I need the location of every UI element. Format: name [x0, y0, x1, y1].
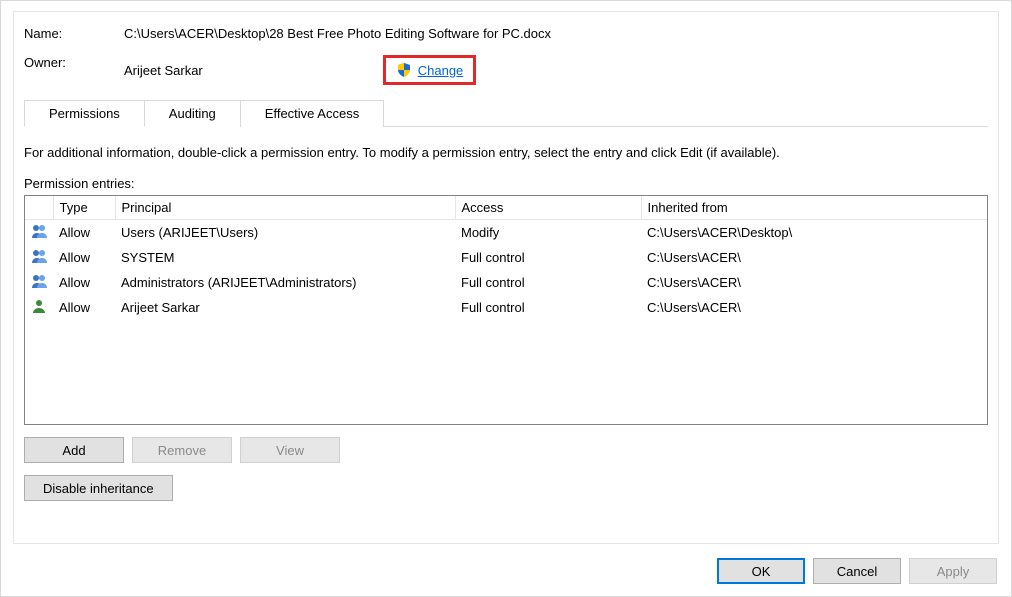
- cell-type: Allow: [53, 270, 115, 295]
- cell-inherited: C:\Users\ACER\: [641, 245, 987, 270]
- main-panel: Name: C:\Users\ACER\Desktop\28 Best Free…: [13, 11, 999, 544]
- col-principal[interactable]: Principal: [115, 196, 455, 220]
- owner-value: Arijeet Sarkar: [124, 63, 203, 78]
- tab-body: For additional information, double-click…: [24, 126, 988, 501]
- col-type[interactable]: Type: [53, 196, 115, 220]
- cell-principal: Arijeet Sarkar: [115, 295, 455, 320]
- cell-principal: Users (ARIJEET\Users): [115, 220, 455, 246]
- col-access[interactable]: Access: [455, 196, 641, 220]
- group-icon: [31, 277, 47, 292]
- cell-principal: SYSTEM: [115, 245, 455, 270]
- uac-shield-icon: [396, 62, 412, 78]
- entry-buttons-row: Add Remove View: [24, 437, 988, 463]
- tab-auditing[interactable]: Auditing: [144, 100, 241, 127]
- cell-access: Full control: [455, 270, 641, 295]
- cell-access: Full control: [455, 245, 641, 270]
- cell-type: Allow: [53, 245, 115, 270]
- view-button: View: [240, 437, 340, 463]
- cell-inherited: C:\Users\ACER\: [641, 270, 987, 295]
- permission-entries-list[interactable]: Type Principal Access Inherited from All…: [24, 195, 988, 425]
- owner-row: Arijeet Sarkar Change: [124, 55, 988, 85]
- table-row[interactable]: AllowUsers (ARIJEET\Users)ModifyC:\Users…: [25, 220, 987, 246]
- dialog-footer: OK Cancel Apply: [717, 558, 997, 584]
- cell-type: Allow: [53, 295, 115, 320]
- cell-access: Full control: [455, 295, 641, 320]
- add-button[interactable]: Add: [24, 437, 124, 463]
- change-owner-highlight: Change: [383, 55, 477, 85]
- tab-effective-access[interactable]: Effective Access: [240, 100, 384, 127]
- table-header-row: Type Principal Access Inherited from: [25, 196, 987, 220]
- name-value: C:\Users\ACER\Desktop\28 Best Free Photo…: [124, 26, 988, 41]
- table-row[interactable]: AllowArijeet SarkarFull controlC:\Users\…: [25, 295, 987, 320]
- owner-label: Owner:: [24, 55, 124, 85]
- tab-permissions[interactable]: Permissions: [24, 100, 145, 127]
- apply-button: Apply: [909, 558, 997, 584]
- remove-button: Remove: [132, 437, 232, 463]
- cell-principal: Administrators (ARIJEET\Administrators): [115, 270, 455, 295]
- tab-strip: Permissions Auditing Effective Access: [24, 99, 988, 126]
- table-row[interactable]: AllowSYSTEMFull controlC:\Users\ACER\: [25, 245, 987, 270]
- cell-type: Allow: [53, 220, 115, 246]
- ok-button[interactable]: OK: [717, 558, 805, 584]
- cell-inherited: C:\Users\ACER\: [641, 295, 987, 320]
- object-info: Name: C:\Users\ACER\Desktop\28 Best Free…: [24, 26, 988, 85]
- change-owner-link[interactable]: Change: [418, 63, 464, 78]
- name-label: Name:: [24, 26, 124, 41]
- cell-access: Modify: [455, 220, 641, 246]
- inheritance-row: Disable inheritance: [24, 475, 988, 501]
- cancel-button[interactable]: Cancel: [813, 558, 901, 584]
- group-icon: [31, 252, 47, 267]
- group-icon: [31, 227, 47, 242]
- user-icon: [31, 302, 47, 317]
- permission-entries-label: Permission entries:: [24, 176, 988, 191]
- col-icon[interactable]: [25, 196, 53, 220]
- cell-inherited: C:\Users\ACER\Desktop\: [641, 220, 987, 246]
- disable-inheritance-button[interactable]: Disable inheritance: [24, 475, 173, 501]
- instruction-text: For additional information, double-click…: [24, 145, 988, 160]
- table-row[interactable]: AllowAdministrators (ARIJEET\Administrat…: [25, 270, 987, 295]
- advanced-security-window: Name: C:\Users\ACER\Desktop\28 Best Free…: [0, 0, 1012, 597]
- col-inherited[interactable]: Inherited from: [641, 196, 987, 220]
